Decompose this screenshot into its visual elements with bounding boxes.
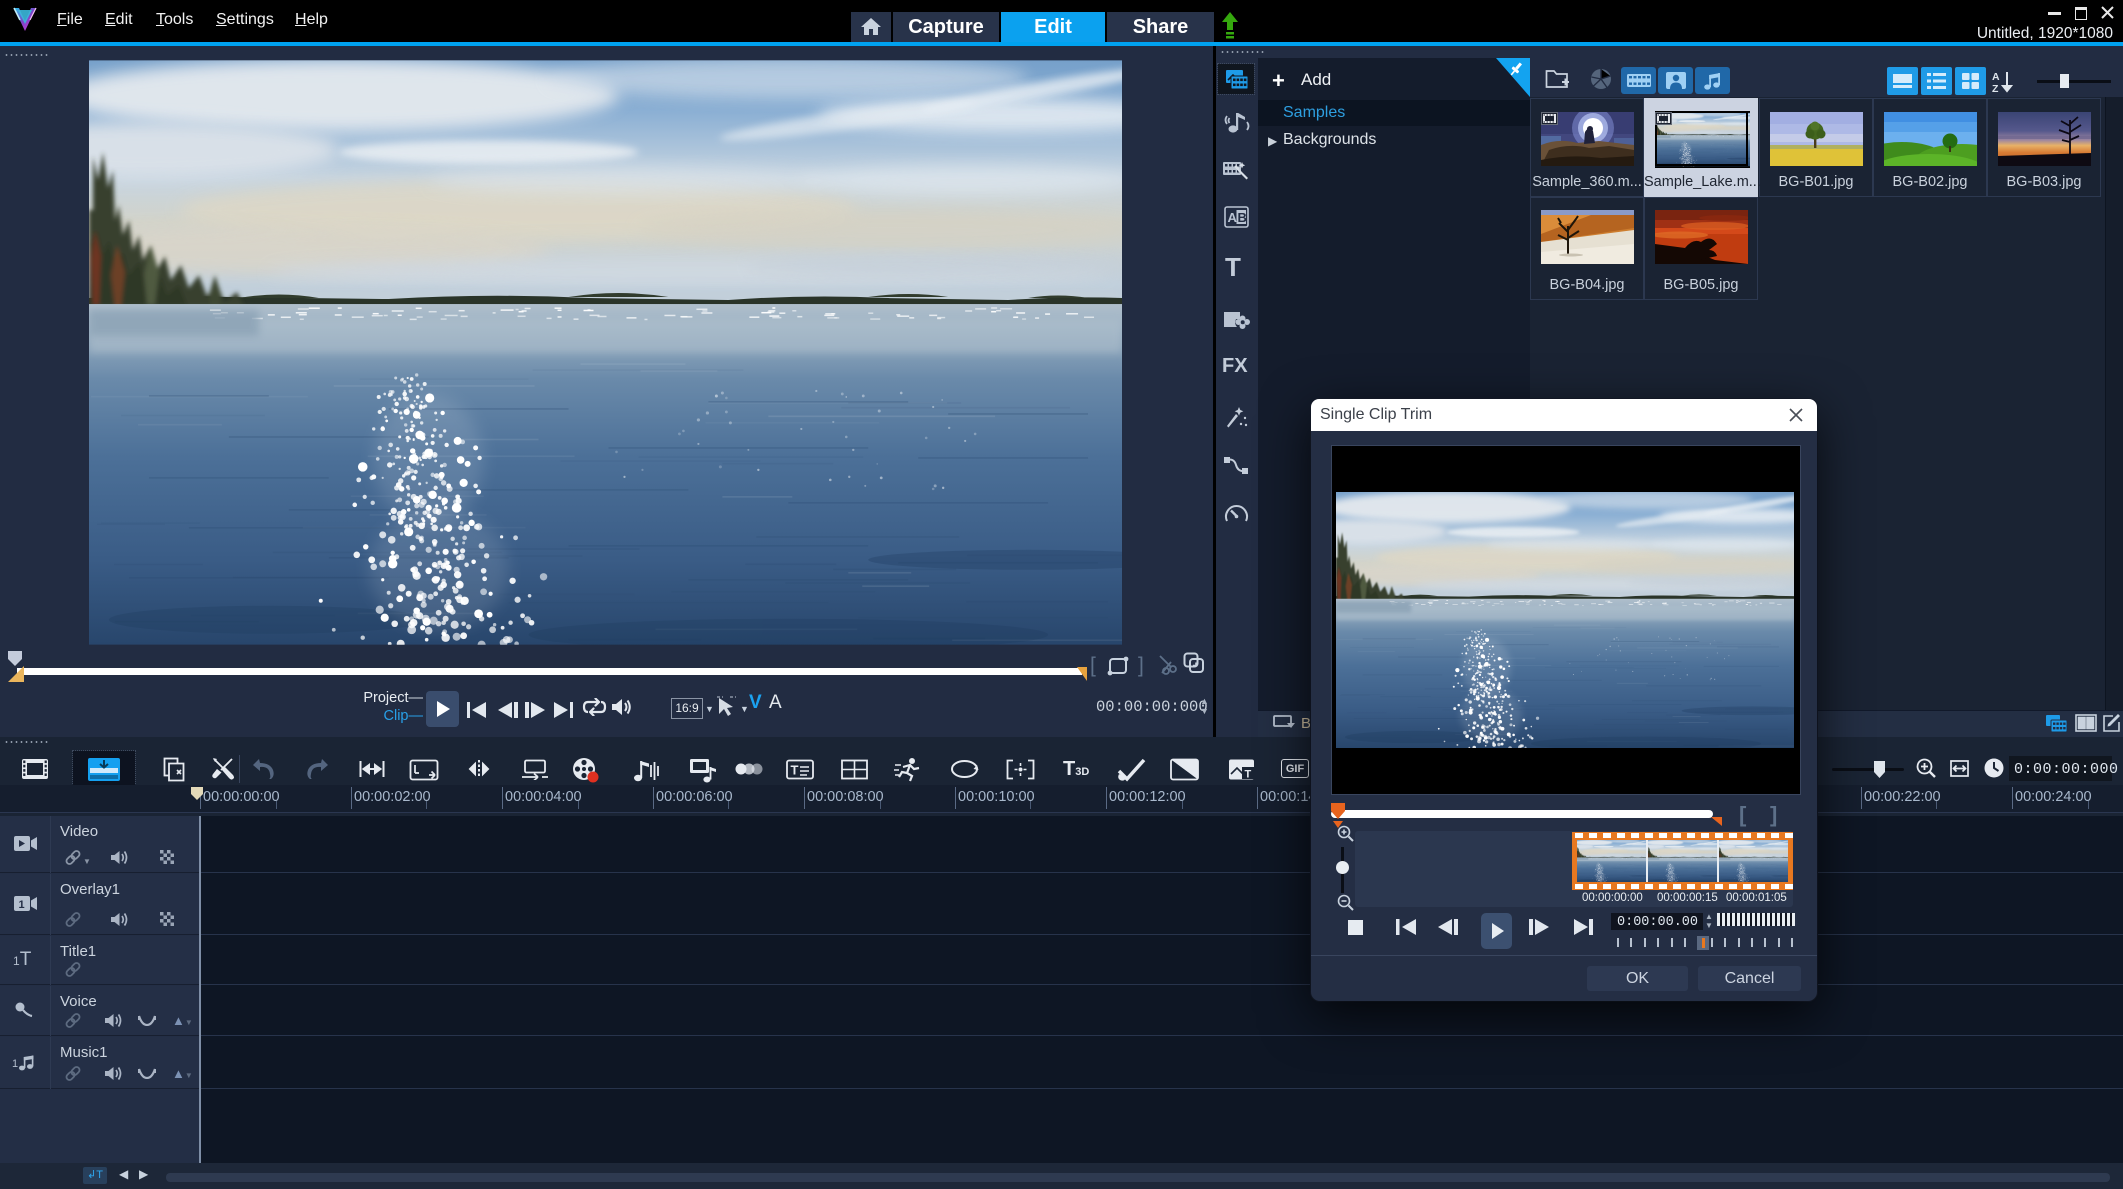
- svg-text:1: 1: [19, 899, 25, 911]
- svg-text:A: A: [1992, 71, 2000, 83]
- svg-text:T: T: [791, 763, 799, 778]
- svg-text:T: T: [1245, 769, 1252, 781]
- svg-text:Z: Z: [1992, 83, 1999, 94]
- svg-text:B: B: [1238, 210, 1247, 225]
- svg-text:1: 1: [12, 1058, 18, 1070]
- svg-text:A: A: [1228, 210, 1238, 225]
